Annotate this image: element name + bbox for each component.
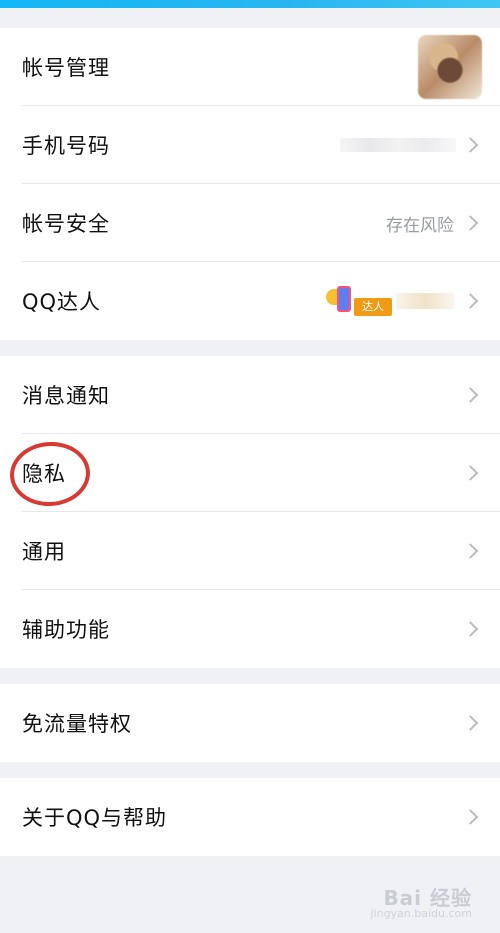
chevron-right-icon	[462, 387, 479, 403]
blurred-phone-value	[340, 138, 456, 152]
settings-group: 消息通知 隐私 通用 辅助功能	[0, 356, 500, 668]
row-label: 消息通知	[22, 384, 110, 408]
row-account-management[interactable]: 帐号管理	[0, 28, 500, 106]
row-label: 通用	[22, 540, 66, 564]
traffic-group: 免流量特权	[0, 684, 500, 762]
row-accessibility[interactable]: 辅助功能	[0, 590, 500, 668]
qq-expert-badge-icon: 达人	[326, 286, 392, 316]
row-message-notifications[interactable]: 消息通知	[0, 356, 500, 434]
row-label: 帐号安全	[22, 212, 110, 236]
row-qq-expert[interactable]: QQ达人 达人	[0, 262, 500, 340]
chevron-right-icon	[462, 293, 479, 309]
row-label: 手机号码	[22, 134, 110, 158]
security-status-value: 存在风险	[386, 215, 454, 236]
top-status-bar	[0, 0, 500, 8]
about-group: 关于QQ与帮助	[0, 778, 500, 856]
row-about-help[interactable]: 关于QQ与帮助	[0, 778, 500, 856]
blurred-badge-value	[396, 293, 454, 309]
chevron-right-icon	[462, 137, 479, 153]
row-label: QQ达人	[22, 290, 102, 314]
phone-icon	[337, 286, 351, 312]
avatar	[418, 35, 482, 99]
row-label: 辅助功能	[22, 618, 110, 642]
chevron-right-icon	[462, 543, 479, 559]
account-group: 帐号管理 手机号码 帐号安全 存在风险 QQ达人 达人	[0, 28, 500, 340]
row-account-security[interactable]: 帐号安全 存在风险	[0, 184, 500, 262]
row-label: 关于QQ与帮助	[22, 806, 168, 830]
row-general[interactable]: 通用	[0, 512, 500, 590]
chevron-right-icon	[462, 809, 479, 825]
chevron-right-icon	[462, 465, 479, 481]
chevron-right-icon	[462, 215, 479, 231]
badge-label: 达人	[354, 298, 392, 316]
chevron-right-icon	[462, 621, 479, 637]
watermark-url: jingyan.baidu.com	[370, 907, 472, 920]
row-free-traffic[interactable]: 免流量特权	[0, 684, 500, 762]
row-label: 帐号管理	[22, 56, 110, 80]
row-label: 免流量特权	[22, 712, 132, 736]
chevron-right-icon	[462, 715, 479, 731]
row-phone-number[interactable]: 手机号码	[0, 106, 500, 184]
